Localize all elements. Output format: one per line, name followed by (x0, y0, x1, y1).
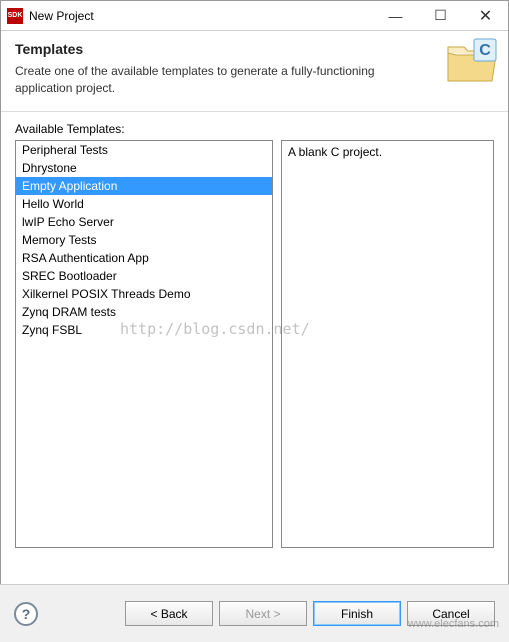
button-bar: ? < Back Next > Finish Cancel www.elecfa… (0, 584, 509, 642)
finish-button[interactable]: Finish (313, 601, 401, 626)
template-list[interactable]: Peripheral TestsDhrystoneEmpty Applicati… (15, 140, 273, 548)
folder-c-icon: C (444, 37, 500, 85)
page-title: Templates (15, 41, 494, 57)
titlebar: SDK New Project — ☐ ✕ (1, 1, 508, 31)
list-item[interactable]: RSA Authentication App (16, 249, 272, 267)
list-item[interactable]: SREC Bootloader (16, 267, 272, 285)
page-description: Create one of the available templates to… (15, 63, 494, 97)
list-item[interactable]: Empty Application (16, 177, 272, 195)
minimize-button[interactable]: — (373, 1, 418, 30)
window-title: New Project (29, 9, 373, 23)
list-item[interactable]: Memory Tests (16, 231, 272, 249)
template-description: A blank C project. (281, 140, 494, 548)
list-item[interactable]: Dhrystone (16, 159, 272, 177)
svg-text:C: C (479, 42, 491, 59)
window-controls: — ☐ ✕ (373, 1, 508, 30)
panels: Peripheral TestsDhrystoneEmpty Applicati… (15, 140, 494, 548)
cancel-button[interactable]: Cancel (407, 601, 495, 626)
back-button[interactable]: < Back (125, 601, 213, 626)
help-button[interactable]: ? (14, 602, 38, 626)
list-item[interactable]: Peripheral Tests (16, 141, 272, 159)
wizard-header: Templates Create one of the available te… (1, 31, 508, 112)
next-button[interactable]: Next > (219, 601, 307, 626)
app-icon: SDK (7, 8, 23, 24)
maximize-button[interactable]: ☐ (418, 1, 463, 30)
list-item[interactable]: Xilkernel POSIX Threads Demo (16, 285, 272, 303)
close-button[interactable]: ✕ (463, 1, 508, 30)
content-area: Available Templates: Peripheral TestsDhr… (1, 112, 508, 558)
list-item[interactable]: lwIP Echo Server (16, 213, 272, 231)
list-item[interactable]: Hello World (16, 195, 272, 213)
list-item[interactable]: Zynq FSBL (16, 321, 272, 339)
templates-label: Available Templates: (15, 122, 494, 136)
list-item[interactable]: Zynq DRAM tests (16, 303, 272, 321)
